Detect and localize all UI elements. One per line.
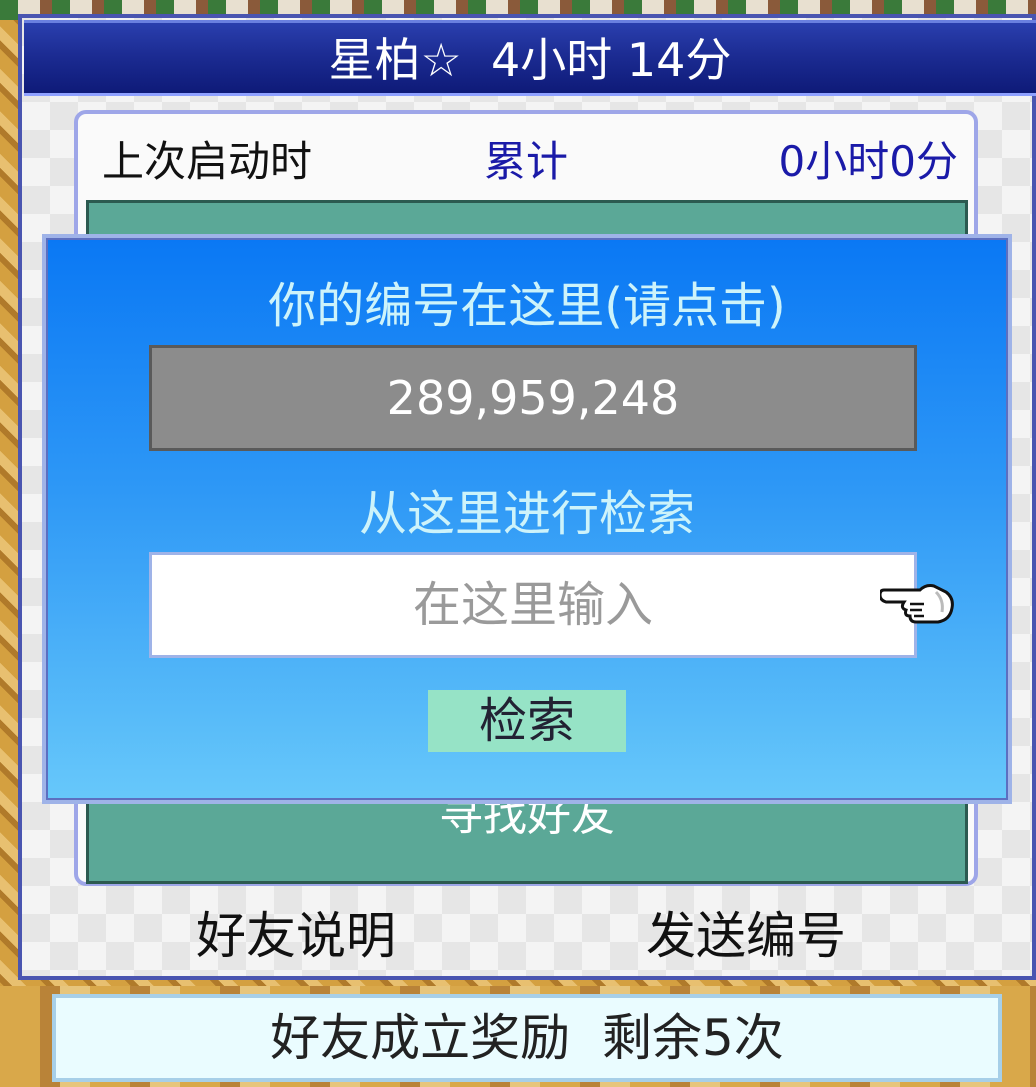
total-label: 累计 [484,137,569,186]
my-id-box[interactable]: 289,959,248 [149,345,917,451]
id-heading: 你的编号在这里(请点击) [268,278,786,334]
last-start-label: 上次启动时 [102,137,313,186]
pointing-hand-icon [880,584,954,624]
friend-reward-banner: 好友成立奖励 剩余5次 [52,994,1002,1082]
total-value: 0小时0分 [778,137,958,186]
search-heading: 从这里进行检索 [358,486,695,542]
search-button[interactable]: 检索 [428,690,626,752]
send-id-link[interactable]: 发送编号 [646,904,846,968]
window-title: 星柏☆ 4小时 14分 [328,33,732,87]
friend-help-link[interactable]: 好友说明 [196,904,396,968]
search-input[interactable] [149,552,917,658]
